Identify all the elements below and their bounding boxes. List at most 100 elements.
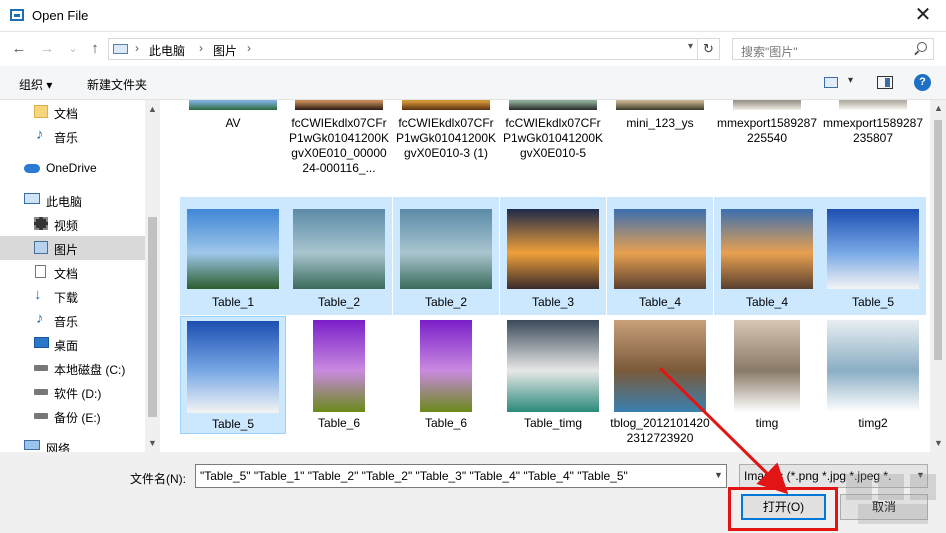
image-thumbnail xyxy=(614,209,706,289)
sidebar-item-drive-d[interactable]: 软件 (D:) xyxy=(0,380,145,404)
preview-pane-icon[interactable] xyxy=(877,76,893,89)
dialog-footer: 文件名(N): "Table_5" "Table_1" "Table_2" "T… xyxy=(0,452,946,533)
file-item[interactable]: fcCWIEkdlx07CFrP1wGk01041200KgvX0E010-3 … xyxy=(393,100,499,180)
sidebar-item-label: 本地磁盘 (C:) xyxy=(54,363,126,377)
chevron-down-icon[interactable]: ▾ xyxy=(848,75,853,86)
sidebar-item-network[interactable]: 网络 xyxy=(0,435,145,452)
sidebar-item-videos[interactable]: 视频 xyxy=(0,212,145,236)
file-item[interactable]: Table_1 xyxy=(180,197,286,315)
file-item[interactable]: fcCWIEkdlx07CFrP1wGk01041200KgvX0E010-5 xyxy=(500,100,606,180)
file-name: Table_5 xyxy=(211,417,255,431)
folder-icon xyxy=(34,105,48,118)
file-name: Table_5 xyxy=(851,295,895,309)
file-item[interactable]: mmexport1589287235807 xyxy=(820,100,926,180)
image-thumbnail xyxy=(313,320,365,412)
file-item[interactable]: Table_4 xyxy=(607,197,713,315)
sidebar-item-documents[interactable]: 文档 xyxy=(0,260,145,284)
file-item[interactable]: timg xyxy=(714,316,820,434)
sidebar-scroll-thumb[interactable] xyxy=(148,217,157,417)
sidebar-item-label: OneDrive xyxy=(46,161,97,175)
file-name: Table_1 xyxy=(211,295,255,309)
file-name: fcCWIEkdlx07CFrP1wGk01041200KgvX0E010_00… xyxy=(288,116,390,175)
file-item[interactable]: Table_6 xyxy=(286,316,392,434)
back-arrow-icon[interactable]: ← xyxy=(8,38,30,60)
scroll-up-icon[interactable]: ▲ xyxy=(934,103,943,113)
scroll-down-icon[interactable]: ▼ xyxy=(148,438,157,448)
image-thumbnail xyxy=(187,321,279,413)
file-item[interactable]: Table_3 xyxy=(500,197,606,315)
scroll-down-icon[interactable]: ▼ xyxy=(934,438,943,448)
recent-locations-icon[interactable]: ⌄ xyxy=(62,38,84,60)
file-name: mmexport1589287225540 xyxy=(716,116,818,145)
file-item[interactable]: Table_timg xyxy=(500,316,606,434)
help-icon[interactable]: ? xyxy=(914,74,931,91)
file-name: timg2 xyxy=(858,416,888,430)
file-name: mini_123_ys xyxy=(626,116,694,130)
breadcrumb-this-pc[interactable]: 此电脑 xyxy=(149,42,185,59)
file-item[interactable]: timg2 xyxy=(820,316,926,434)
sidebar-item-downloads[interactable]: ↓ 下载 xyxy=(0,284,145,308)
computer-icon xyxy=(24,193,40,204)
scroll-up-icon[interactable]: ▲ xyxy=(148,104,157,114)
video-icon xyxy=(34,217,48,230)
sidebar-item-music[interactable]: ♪ 音乐 xyxy=(0,308,145,332)
file-item[interactable]: Table_4 xyxy=(714,197,820,315)
file-type-select[interactable]: Images (*.png *.jpg *.jpeg *. xyxy=(739,464,928,488)
document-icon xyxy=(35,265,46,278)
chevron-down-icon[interactable]: ▾ xyxy=(688,41,693,52)
chevron-down-icon[interactable]: ▼ xyxy=(916,470,925,480)
image-thumbnail xyxy=(827,209,919,289)
new-folder-button[interactable]: 新建文件夹 xyxy=(87,76,147,93)
search-placeholder: 搜索"图片" xyxy=(741,45,798,59)
image-thumbnail xyxy=(839,100,907,110)
file-item[interactable]: Table_5 xyxy=(180,316,286,434)
file-name: Table_4 xyxy=(638,295,682,309)
image-thumbnail xyxy=(420,320,472,412)
forward-arrow-icon[interactable]: → xyxy=(36,38,58,60)
refresh-button[interactable]: ↻ xyxy=(698,38,720,60)
image-thumbnail xyxy=(827,320,919,412)
file-item[interactable]: Table_6 xyxy=(393,316,499,434)
image-thumbnail xyxy=(721,209,813,289)
sidebar-item-desktop[interactable]: 桌面 xyxy=(0,332,145,356)
cloud-icon xyxy=(24,164,40,173)
open-button[interactable]: 打开(O) xyxy=(741,494,826,520)
file-list-scroll-thumb[interactable] xyxy=(934,120,942,360)
address-bar[interactable]: › 此电脑 › 图片 › ▾ xyxy=(108,38,698,60)
file-item[interactable]: Table_2 xyxy=(393,197,499,315)
image-thumbnail xyxy=(509,100,597,110)
sidebar-item-this-pc[interactable]: 此电脑 xyxy=(0,188,145,212)
file-name: mmexport1589287235807 xyxy=(822,116,924,145)
sidebar-item-documents-quick[interactable]: 文档 xyxy=(0,100,145,124)
breadcrumb-pictures[interactable]: 图片 xyxy=(213,42,237,59)
file-list-scrollbar[interactable]: ▲ ▼ xyxy=(930,100,946,452)
close-button[interactable]: ✕ xyxy=(900,0,946,32)
sidebar-item-onedrive[interactable]: OneDrive xyxy=(0,156,145,180)
image-thumbnail xyxy=(614,320,706,412)
sidebar-item-pictures[interactable]: 图片 xyxy=(0,236,145,260)
cancel-button[interactable]: 取消 xyxy=(840,494,928,520)
sidebar-item-music-quick[interactable]: ♪ 音乐 xyxy=(0,124,145,148)
image-thumbnail xyxy=(402,100,490,110)
sidebar-scrollbar[interactable]: ▲ ▼ xyxy=(145,100,160,452)
view-mode-icon[interactable] xyxy=(824,77,838,88)
chevron-down-icon[interactable]: ▼ xyxy=(714,470,723,480)
sidebar-item-drive-e[interactable]: 备份 (E:) xyxy=(0,404,145,428)
organize-menu[interactable]: 组织 ▾ xyxy=(19,76,52,93)
file-item[interactable]: fcCWIEkdlx07CFrP1wGk01041200KgvX0E010_00… xyxy=(286,100,392,180)
file-item[interactable]: mini_123_ys xyxy=(607,100,713,180)
music-note-icon: ♪ xyxy=(36,126,44,143)
file-item[interactable]: AV xyxy=(180,100,286,180)
file-name: Table_timg xyxy=(523,416,583,430)
search-input[interactable]: 搜索"图片" xyxy=(732,38,934,60)
file-item[interactable]: Table_5 xyxy=(820,197,926,315)
breadcrumb-separator: › xyxy=(247,41,251,55)
music-note-icon: ♪ xyxy=(36,310,44,327)
file-item[interactable]: Table_2 xyxy=(286,197,392,315)
breadcrumb-separator: › xyxy=(199,41,203,55)
file-item[interactable]: mmexport1589287225540 xyxy=(714,100,820,180)
sidebar-item-drive-c[interactable]: 本地磁盘 (C:) xyxy=(0,356,145,380)
filename-input[interactable]: "Table_5" "Table_1" "Table_2" "Table_2" … xyxy=(195,464,727,488)
file-item[interactable]: tblog_20121014202312723920 xyxy=(607,316,713,445)
up-arrow-icon[interactable]: ↑ xyxy=(84,38,106,60)
